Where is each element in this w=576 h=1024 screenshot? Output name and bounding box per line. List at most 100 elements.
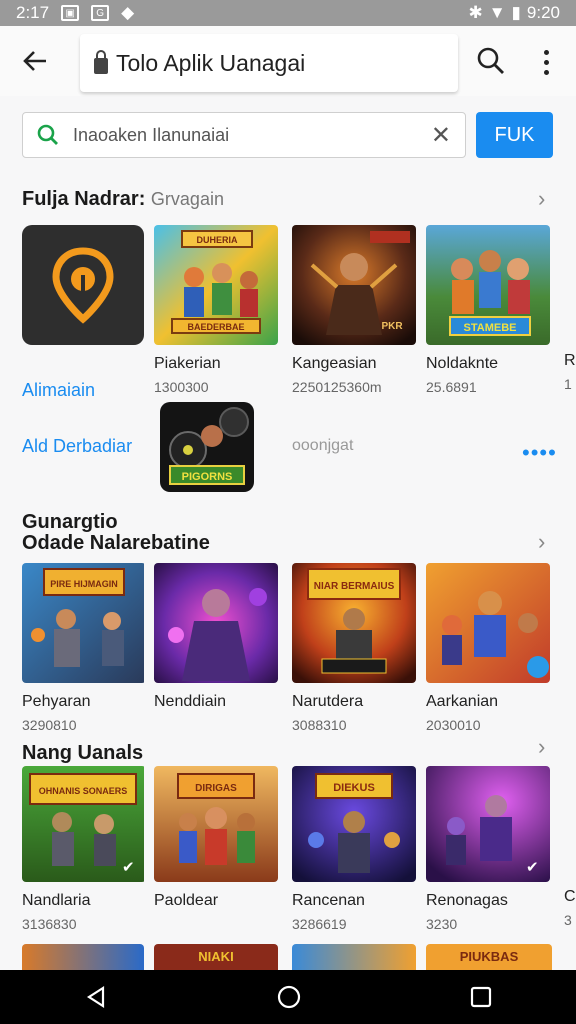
chevron-right-icon[interactable]: › bbox=[538, 734, 545, 760]
installed-check-icon: ✔ bbox=[122, 859, 135, 876]
battery-icon: ▮ bbox=[511, 3, 521, 22]
svg-text:NIAR BERMAIUS: NIAR BERMAIUS bbox=[314, 581, 395, 592]
section-title-line1: Gunargtio bbox=[22, 511, 118, 533]
app-downloads: 3136830 bbox=[22, 916, 77, 932]
lock-icon bbox=[94, 50, 108, 74]
system-nav-bar bbox=[0, 970, 576, 1024]
app-downloads: 3286619 bbox=[292, 916, 347, 932]
svg-text:PKR: PKR bbox=[381, 321, 403, 332]
svg-text:DIEKUS: DIEKUS bbox=[333, 782, 375, 794]
clear-icon[interactable]: ✕ bbox=[431, 121, 451, 150]
bluetooth-icon: ✱ bbox=[468, 3, 483, 22]
app-title: Kangeasian bbox=[292, 355, 377, 372]
gray-label: ooonjgat bbox=[292, 437, 354, 454]
nav-back-icon[interactable] bbox=[84, 985, 108, 1009]
app-title: Paoldear bbox=[154, 892, 219, 909]
url-title: Tolo Aplik Uanagai bbox=[116, 49, 306, 76]
svg-text:BAEDERBAE: BAEDERBAE bbox=[187, 322, 244, 332]
game-thumbnail: NIAR BERMAIUS bbox=[292, 563, 416, 683]
app-title: Narutdera bbox=[292, 693, 364, 710]
overflow-menu-button[interactable] bbox=[532, 42, 560, 82]
installed-check-icon: ✔ bbox=[526, 859, 539, 876]
app-card[interactable]: Aarkanian 2030010 bbox=[426, 563, 550, 733]
peek-card-title: R bbox=[564, 352, 576, 369]
peek-card-title: C bbox=[564, 888, 576, 905]
gallery-icon: ▣ bbox=[61, 5, 80, 21]
app-downloads: 3088310 bbox=[292, 717, 347, 733]
section-title: Nang Uanals bbox=[22, 742, 144, 764]
status-right-time: 9:20 bbox=[526, 3, 560, 22]
game-thumbnail bbox=[426, 563, 550, 683]
game-thumbnail bbox=[154, 563, 278, 683]
section-title-line2: Odade Nalarebatine bbox=[22, 532, 210, 554]
game-thumbnail-partial[interactable] bbox=[22, 944, 144, 970]
app-card[interactable] bbox=[22, 225, 146, 345]
app-title: Piakerian bbox=[154, 355, 221, 372]
search-icon bbox=[23, 112, 73, 158]
game-thumbnail: PIRE HIJMAGIN bbox=[22, 563, 146, 683]
game-thumbnail: ✔ bbox=[426, 766, 550, 882]
game-thumbnail: DUHERIA BAEDERBAE bbox=[154, 225, 278, 345]
app-downloads: 1300300 bbox=[154, 379, 209, 395]
app-title: Aarkanian bbox=[426, 693, 499, 710]
search-button[interactable] bbox=[474, 44, 508, 78]
peek-card-sub: 1 bbox=[564, 376, 572, 392]
svg-text:DUHERIA: DUHERIA bbox=[196, 235, 238, 245]
app-icon bbox=[22, 225, 144, 345]
app-title: Renonagas bbox=[426, 892, 508, 909]
app-card[interactable]: NIAR BERMAIUS Narutdera 3088310 bbox=[292, 563, 416, 733]
app-title: Pehyaran bbox=[22, 693, 91, 710]
status-bar: 2:17 ▣ G ◆ ✱ ▼ ▮ 9:20 bbox=[0, 0, 576, 26]
peek-card-sub: 3 bbox=[564, 912, 572, 928]
game-thumbnail: STAMEBE bbox=[426, 225, 550, 345]
app-title: Noldaknte bbox=[426, 355, 499, 372]
app-title: Nandlaria bbox=[22, 892, 91, 909]
svg-text:STAMEBE: STAMEBE bbox=[464, 322, 517, 334]
app-downloads: 3230 bbox=[426, 916, 458, 932]
notification-icon: G bbox=[91, 5, 110, 21]
link-ald-derbadiar[interactable]: Ald Derbadiar bbox=[22, 436, 132, 457]
nav-recents-icon[interactable] bbox=[470, 986, 492, 1008]
app-downloads: 25.6891 bbox=[426, 379, 477, 395]
search-input[interactable] bbox=[73, 124, 413, 146]
chevron-right-icon[interactable]: › bbox=[538, 529, 545, 555]
more-dots-icon[interactable]: •••• bbox=[522, 440, 557, 466]
link-alimaiain[interactable]: Alimaiain bbox=[22, 380, 95, 401]
app-title: Nenddiain bbox=[154, 693, 227, 710]
svg-text:DIRIGAS: DIRIGAS bbox=[195, 783, 237, 794]
search-icon bbox=[477, 47, 504, 74]
diamond-icon: ◆ bbox=[121, 3, 135, 22]
url-bar[interactable]: Tolo Aplik Uanagai bbox=[80, 34, 458, 92]
search-field[interactable]: ✕ bbox=[22, 112, 466, 158]
app-card[interactable]: PKR Kangeasian 2250125360m bbox=[292, 225, 416, 395]
app-card[interactable]: ✔ Renonagas 3230 bbox=[426, 766, 550, 932]
chevron-right-icon[interactable]: › bbox=[538, 186, 545, 212]
status-time: 2:17 bbox=[16, 3, 50, 22]
game-thumbnail-partial[interactable]: PIUKBAS bbox=[426, 944, 552, 970]
app-card[interactable]: DIRIGAS Paoldear bbox=[154, 766, 278, 910]
app-card[interactable]: Nenddiain bbox=[154, 563, 278, 711]
svg-text:PIRE HIJMAGIN: PIRE HIJMAGIN bbox=[50, 579, 118, 589]
game-thumbnail: DIEKUS bbox=[292, 766, 416, 882]
nav-home-icon[interactable] bbox=[276, 984, 302, 1010]
game-thumbnail: PKR bbox=[292, 225, 416, 345]
search-submit-button[interactable]: FUK bbox=[476, 112, 553, 158]
back-button[interactable] bbox=[0, 26, 70, 96]
app-downloads: 2250125360m bbox=[292, 379, 382, 395]
section-title: Fulja Nadrar: bbox=[22, 188, 146, 210]
game-thumbnail: OHNANIS SONAERS ✔ bbox=[22, 766, 146, 882]
section-header: Fulja Nadrar: Grvagain bbox=[22, 188, 224, 211]
game-thumbnail-partial[interactable]: NIAKI bbox=[154, 944, 278, 970]
back-arrow-icon bbox=[23, 51, 46, 71]
app-card[interactable]: STAMEBE Noldaknte 25.6891 bbox=[426, 225, 550, 395]
app-card[interactable]: PIRE HIJMAGIN Pehyaran 3290810 bbox=[22, 563, 146, 733]
app-card[interactable]: DIEKUS Rancenan 3286619 bbox=[292, 766, 416, 932]
app-downloads: 2030010 bbox=[426, 717, 481, 733]
app-icon-featured[interactable]: PIGORNS bbox=[160, 402, 254, 492]
game-thumbnail-partial[interactable] bbox=[292, 944, 416, 970]
section-header: Nang Uanals bbox=[22, 742, 143, 765]
app-card[interactable]: OHNANIS SONAERS ✔ Nandlaria 3136830 bbox=[22, 766, 146, 932]
app-card[interactable]: DUHERIA BAEDERBAE Piakerian 1300300 bbox=[154, 225, 278, 395]
app-title: Rancenan bbox=[292, 892, 365, 909]
svg-text:OHNANIS SONAERS: OHNANIS SONAERS bbox=[39, 786, 128, 796]
